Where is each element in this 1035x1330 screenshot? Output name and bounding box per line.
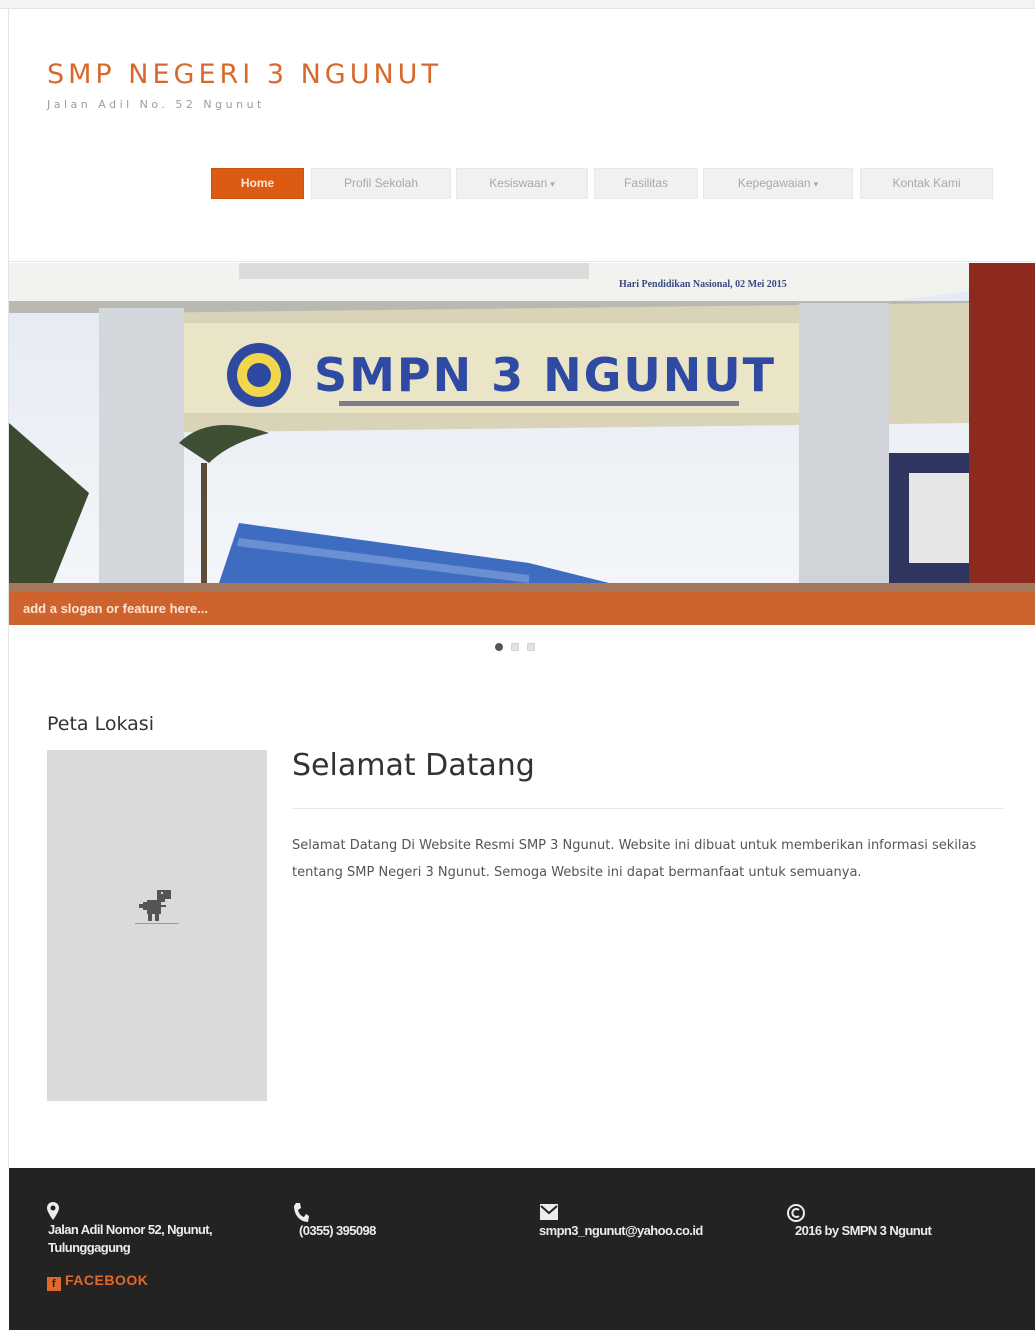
page-title: Selamat Datang bbox=[292, 748, 535, 783]
facebook-link[interactable]: f FACEBOOK bbox=[47, 1272, 148, 1291]
footer-email[interactable]: smpn3_ngunut@yahoo.co.id bbox=[539, 1222, 703, 1240]
site-title[interactable]: SMP NEGERI 3 NGUNUT bbox=[47, 59, 442, 90]
site-footer: Jalan Adil Nomor 52, Ngunut, Tulunggagun… bbox=[9, 1168, 1035, 1330]
image-slider[interactable]: Hari Pendidikan Nasional, 02 Mei 2015 SM… bbox=[9, 263, 1035, 625]
welcome-text: Selamat Datang Di Website Resmi SMP 3 Ng… bbox=[292, 838, 977, 880]
nav-item-profil-sekolah[interactable]: Profil Sekolah bbox=[311, 168, 451, 199]
nav-item-home[interactable]: Home bbox=[211, 168, 304, 199]
nav-item-kontak-kami[interactable]: Kontak Kami bbox=[860, 168, 993, 199]
chevron-down-icon: ▾ bbox=[550, 179, 555, 189]
browser-top-edge bbox=[0, 0, 1035, 9]
facebook-icon: f bbox=[47, 1277, 61, 1291]
footer-address: Jalan Adil Nomor 52, Ngunut, Tulunggagun… bbox=[48, 1222, 213, 1255]
nav-label: Kesiswaan bbox=[489, 176, 548, 190]
map-pin-icon bbox=[47, 1202, 59, 1220]
nav-label: Kontak Kami bbox=[892, 176, 961, 190]
mail-icon bbox=[540, 1204, 558, 1220]
nav-label: Kepegawaian bbox=[737, 176, 811, 190]
slide-caption-bar: add a slogan or feature here... bbox=[9, 592, 1035, 625]
slider-dot-3[interactable] bbox=[527, 643, 535, 651]
facebook-label: FACEBOOK bbox=[65, 1272, 149, 1288]
nav-item-fasilitas[interactable]: Fasilitas bbox=[594, 168, 698, 199]
sign-text: SMPN 3 NGUNUT bbox=[314, 348, 776, 402]
dino-icon bbox=[135, 890, 179, 924]
nav-item-kesiswaan[interactable]: Kesiswaan ▾ bbox=[456, 168, 588, 199]
site-tagline: Jalan Adil No. 52 Ngunut bbox=[47, 98, 265, 111]
copyright-icon bbox=[787, 1204, 805, 1222]
map-embed[interactable] bbox=[47, 750, 267, 1101]
footer-phone: (0355) 395098 bbox=[299, 1223, 376, 1238]
site-header: SMP NEGERI 3 NGUNUT Jalan Adil No. 52 Ng… bbox=[9, 9, 1035, 262]
nav-label: Home bbox=[240, 176, 275, 190]
sidebar-title: Peta Lokasi bbox=[47, 713, 154, 735]
phone-icon bbox=[294, 1203, 309, 1222]
slider-dot-1[interactable] bbox=[495, 643, 503, 651]
nav-label: Profil Sekolah bbox=[343, 176, 419, 190]
slide-photo: Hari Pendidikan Nasional, 02 Mei 2015 SM… bbox=[9, 263, 1035, 625]
banner-text: Hari Pendidikan Nasional, 02 Mei 2015 bbox=[619, 279, 787, 290]
title-divider bbox=[292, 808, 1004, 809]
chevron-down-icon: ▾ bbox=[813, 179, 819, 189]
nav-item-kepegawaian[interactable]: Kepegawaian ▾ bbox=[703, 168, 853, 199]
footer-copyright: 2016 by SMPN 3 Ngunut bbox=[795, 1223, 932, 1238]
slide-caption: add a slogan or feature here... bbox=[23, 601, 208, 616]
slider-dot-2[interactable] bbox=[511, 643, 519, 651]
slider-dots bbox=[495, 643, 535, 651]
nav-label: Fasilitas bbox=[623, 176, 668, 190]
